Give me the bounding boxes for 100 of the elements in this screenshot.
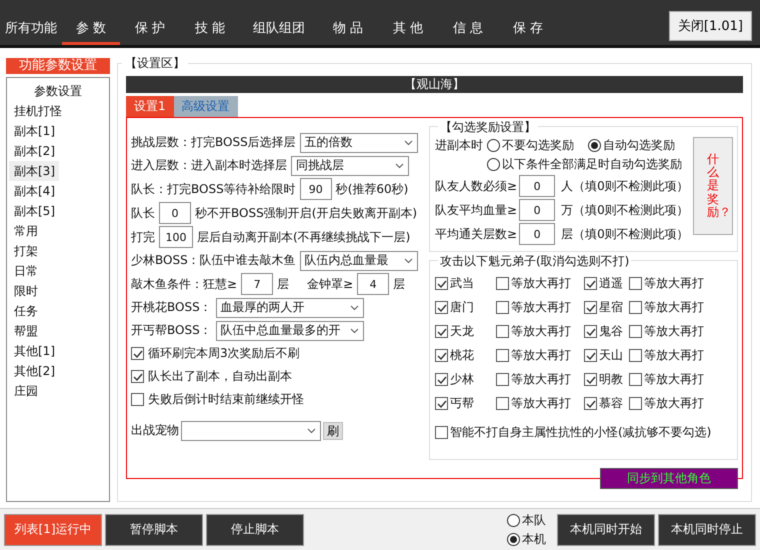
radio-button[interactable] bbox=[487, 158, 500, 171]
checkbox[interactable] bbox=[584, 277, 597, 290]
checkbox[interactable] bbox=[131, 393, 144, 406]
sidebar-item[interactable]: 副本[1] bbox=[9, 121, 107, 141]
menu-tab[interactable]: 其 他 bbox=[378, 19, 438, 45]
number-field[interactable]: 7 bbox=[241, 273, 274, 295]
field-label: 金钟罩≥ bbox=[307, 276, 354, 292]
checkbox-label: 等放大再打 bbox=[511, 323, 571, 340]
dropdown[interactable]: 队伍内总血量最 bbox=[300, 250, 418, 270]
menu-tab[interactable]: 参 数 bbox=[62, 19, 120, 45]
sidebar-item[interactable]: 副本[4] bbox=[9, 181, 107, 201]
sidebar-item[interactable]: 日常 bbox=[9, 261, 107, 281]
checkbox-label: 智能不打自身主属性抗性的小怪(减抗够不要勾选) bbox=[450, 424, 712, 441]
checkbox[interactable] bbox=[584, 373, 597, 386]
sidebar-item[interactable]: 庄园 bbox=[9, 381, 107, 401]
checkbox[interactable] bbox=[584, 301, 597, 314]
menu-tab[interactable]: 保 护 bbox=[120, 19, 180, 45]
sync-control-button[interactable]: 本机同时停止 bbox=[658, 514, 756, 546]
field-label: 队长：打完BOSS等待补给限时 bbox=[131, 180, 296, 198]
field-label: 人（填0则不检测此项） bbox=[561, 178, 689, 194]
sidebar-item[interactable]: 打架 bbox=[9, 241, 107, 261]
sidebar-item[interactable]: 副本[5] bbox=[9, 201, 107, 221]
checkbox-label: 丐帮 bbox=[450, 395, 475, 412]
number-field[interactable]: 0 bbox=[519, 199, 556, 221]
checkbox[interactable] bbox=[435, 301, 448, 314]
checkbox[interactable] bbox=[435, 397, 448, 410]
checkbox[interactable] bbox=[435, 277, 448, 290]
checkbox-label: 少林 bbox=[450, 371, 475, 388]
menu-tab[interactable]: 所有功能 bbox=[0, 19, 62, 45]
sidebar-item[interactable]: 其他[2] bbox=[9, 361, 107, 381]
dropdown[interactable] bbox=[181, 420, 321, 440]
radio-button[interactable] bbox=[588, 139, 601, 152]
field-label: 平均通关层数≥ bbox=[435, 226, 518, 242]
checkbox[interactable] bbox=[131, 370, 144, 383]
checkbox[interactable] bbox=[584, 325, 597, 338]
script-button[interactable]: 列表[1]运行中 bbox=[4, 514, 102, 546]
number-field[interactable]: 0 bbox=[159, 202, 191, 224]
checkbox[interactable] bbox=[629, 301, 642, 314]
checkbox-label: 等放大再打 bbox=[511, 275, 571, 292]
checkbox[interactable] bbox=[435, 325, 448, 338]
checkbox[interactable] bbox=[435, 373, 448, 386]
chevron-icon bbox=[350, 328, 359, 334]
field-label: 队友人数必须≥ bbox=[435, 178, 518, 194]
menu-tab[interactable]: 保 存 bbox=[498, 19, 558, 45]
checkbox[interactable] bbox=[496, 397, 509, 410]
checkbox[interactable] bbox=[496, 349, 509, 362]
dropdown[interactable]: 队伍中总血量最多的开 bbox=[216, 320, 364, 340]
checkbox[interactable] bbox=[131, 347, 144, 360]
sidebar-item[interactable]: 限时 bbox=[9, 281, 107, 301]
chevron-icon bbox=[350, 304, 359, 310]
dropdown[interactable]: 血最厚的两人开 bbox=[216, 298, 364, 318]
script-button[interactable]: 暂停脚本 bbox=[105, 514, 203, 546]
menu-tab[interactable]: 组队组团 bbox=[240, 19, 318, 45]
checkbox[interactable] bbox=[629, 277, 642, 290]
checkbox[interactable] bbox=[496, 373, 509, 386]
number-field[interactable]: 0 bbox=[519, 175, 556, 197]
settings-tab[interactable]: 设置1 bbox=[126, 96, 174, 117]
checkbox-label: 逍遥 bbox=[599, 275, 624, 292]
radio-button[interactable] bbox=[507, 514, 520, 526]
sidebar-item[interactable]: 副本[2] bbox=[9, 141, 107, 161]
sidebar-item[interactable]: 任务 bbox=[9, 301, 107, 321]
sidebar-item[interactable]: 其他[1] bbox=[9, 341, 107, 361]
checkbox-label: 失败后倒计时结束前继续开怪 bbox=[148, 391, 304, 408]
menu-tab[interactable]: 技 能 bbox=[180, 19, 240, 45]
checkbox-label: 等放大再打 bbox=[511, 371, 571, 388]
number-field[interactable]: 100 bbox=[159, 226, 193, 248]
menu-tab[interactable]: 物 品 bbox=[318, 19, 378, 45]
sidebar-item[interactable]: 副本[3] bbox=[9, 161, 59, 181]
chevron-icon bbox=[307, 428, 316, 434]
checkbox[interactable] bbox=[584, 397, 597, 410]
script-button[interactable]: 停止脚本 bbox=[206, 514, 304, 546]
sync-button[interactable]: 同步到其他角色 bbox=[600, 468, 738, 489]
checkbox[interactable] bbox=[435, 426, 448, 439]
dropdown[interactable]: 同挑战层 bbox=[291, 156, 409, 176]
checkbox[interactable] bbox=[496, 301, 509, 314]
sidebar-header[interactable]: 参数设置 bbox=[9, 81, 107, 101]
number-field[interactable]: 90 bbox=[300, 178, 332, 200]
sidebar-item[interactable]: 帮盟 bbox=[9, 321, 107, 341]
sync-control-button[interactable]: 本机同时开始 bbox=[557, 514, 655, 546]
menu-tab[interactable]: 信 息 bbox=[438, 19, 498, 45]
help-button[interactable]: 什么是奖励？ bbox=[693, 137, 733, 235]
close-button[interactable]: 关闭[1.01] bbox=[668, 10, 752, 40]
checkbox[interactable] bbox=[629, 349, 642, 362]
sidebar-item[interactable]: 常用 bbox=[9, 221, 107, 241]
field-label: 层 bbox=[277, 276, 290, 292]
number-field[interactable]: 4 bbox=[357, 273, 390, 295]
sidebar-item[interactable]: 挂机打怪 bbox=[9, 101, 107, 121]
field-label: 万（填0则不检测此项） bbox=[561, 202, 689, 218]
checkbox[interactable] bbox=[629, 397, 642, 410]
checkbox[interactable] bbox=[496, 325, 509, 338]
refresh-button[interactable]: 刷 bbox=[323, 422, 343, 440]
dropdown[interactable]: 五的倍数 bbox=[300, 132, 418, 152]
checkbox[interactable] bbox=[496, 277, 509, 290]
radio-button[interactable] bbox=[507, 532, 520, 546]
checkbox[interactable] bbox=[584, 349, 597, 362]
radio-button[interactable] bbox=[487, 139, 500, 152]
number-field[interactable]: 0 bbox=[519, 223, 556, 245]
checkbox[interactable] bbox=[435, 349, 448, 362]
checkbox[interactable] bbox=[629, 373, 642, 386]
checkbox[interactable] bbox=[629, 325, 642, 338]
